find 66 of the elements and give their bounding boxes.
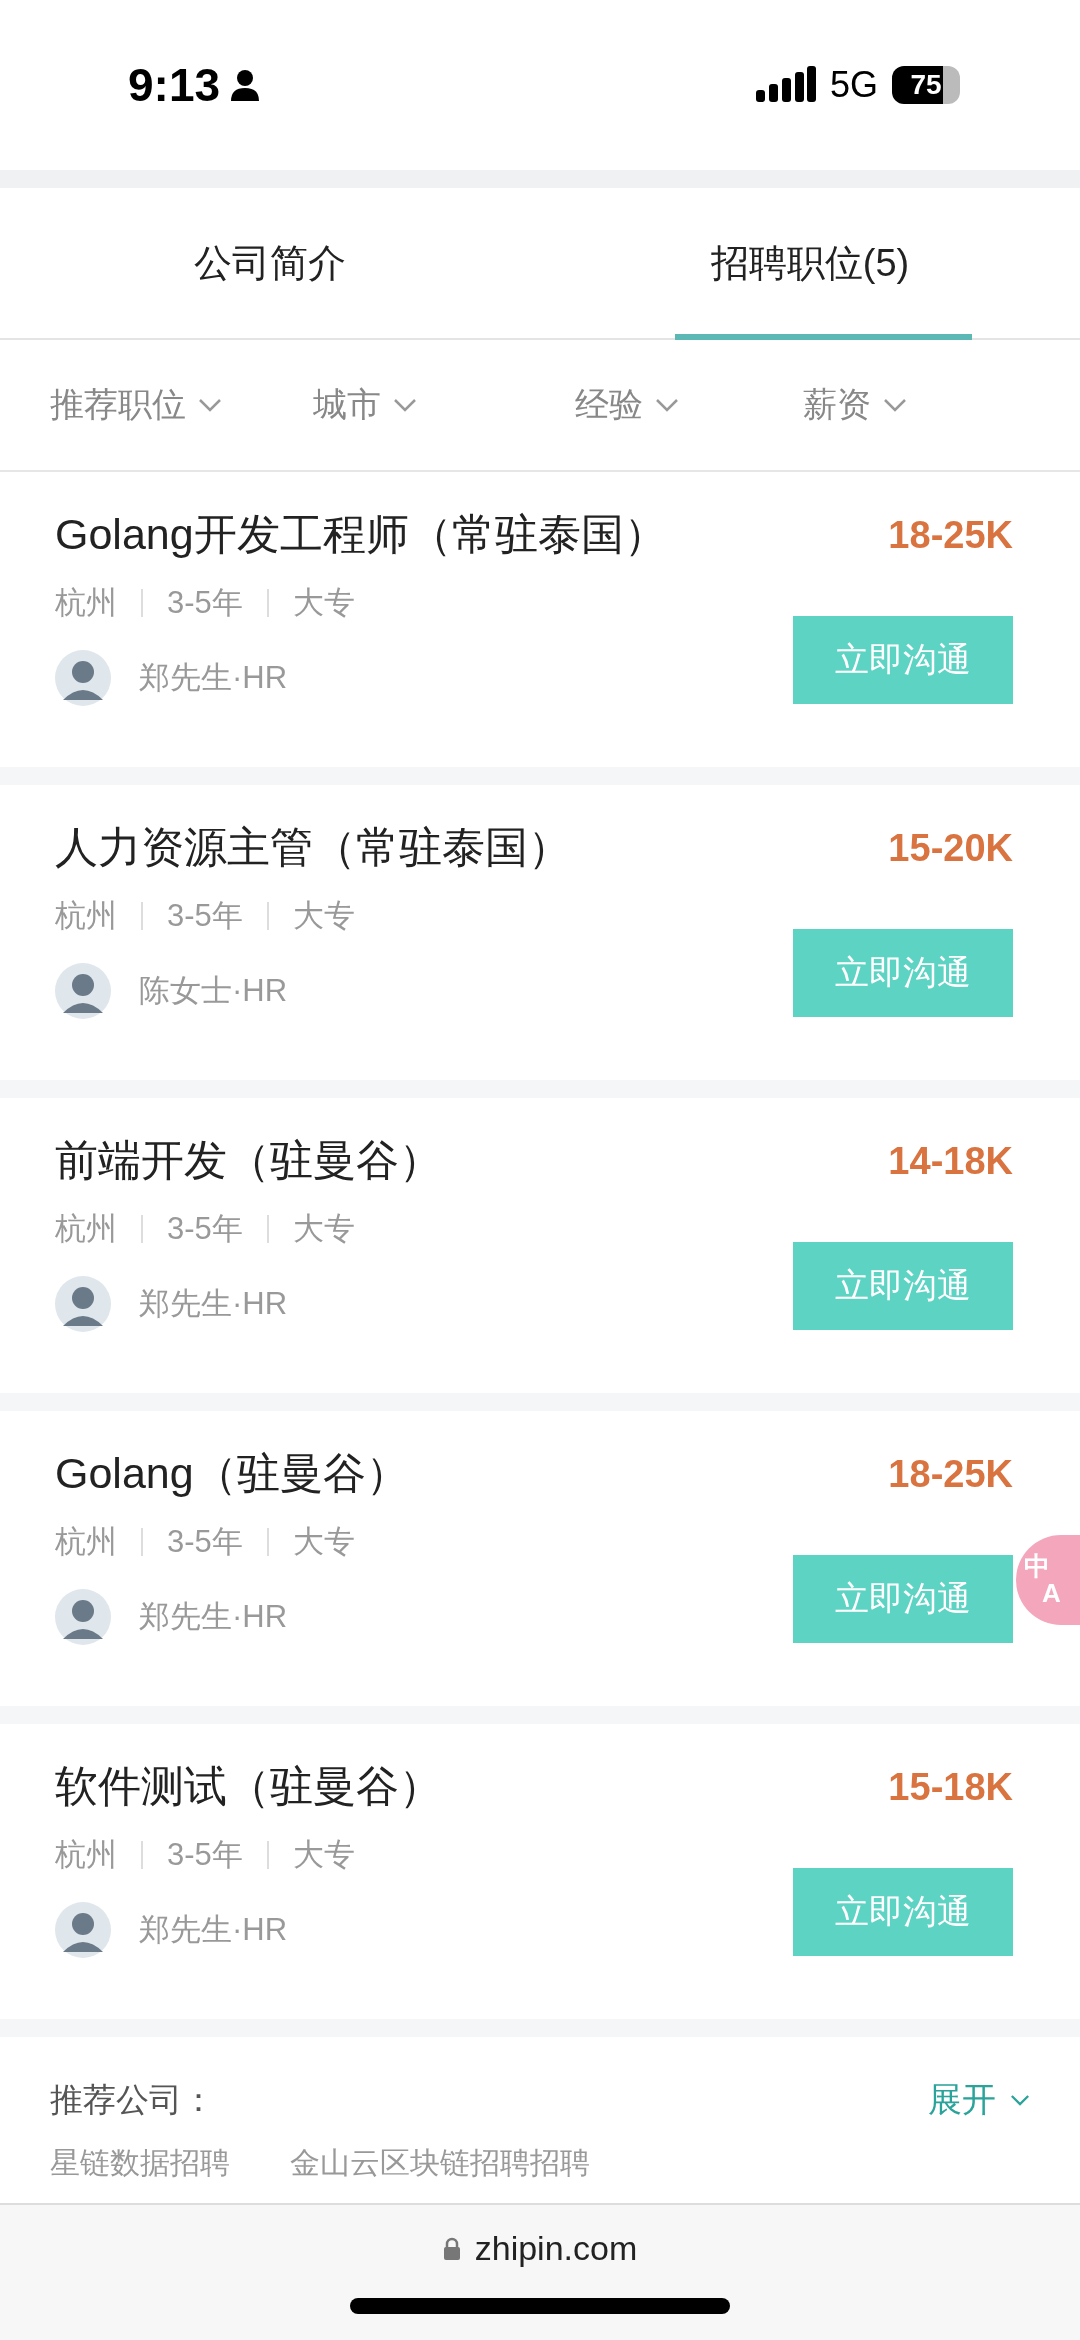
- salary: 18-25K: [888, 513, 1013, 557]
- avatar: [55, 650, 111, 706]
- tab[interactable]: 公司简介: [0, 188, 540, 338]
- recruiter-name: 郑先生·HR: [139, 1911, 288, 1949]
- job-title: 前端开发（驻曼谷）: [55, 1135, 442, 1186]
- avatar: [55, 1276, 111, 1332]
- filter-dropdown[interactable]: 经验: [540, 382, 803, 428]
- salary: 14-18K: [888, 1139, 1013, 1183]
- network-label: 5G: [829, 64, 878, 106]
- section-label: 推荐公司：: [50, 2079, 215, 2120]
- city: 杭州: [55, 584, 117, 622]
- job-card[interactable]: 人力资源主管（常驻泰国） 15-20K 杭州 3-5年 大专 陈女士·HR 立即沟通: [0, 785, 1080, 1080]
- clock: 9:13: [128, 58, 221, 112]
- education: 大专: [292, 1210, 355, 1248]
- chevron-down-icon: [655, 398, 679, 412]
- battery-icon: 75: [892, 66, 960, 104]
- filter-dropdown[interactable]: 推荐职位: [50, 382, 278, 428]
- education: 大专: [292, 897, 355, 935]
- city: 杭州: [55, 1836, 117, 1874]
- filter-dropdown[interactable]: 薪资: [802, 382, 1030, 428]
- job-title: Golang（驻曼谷）: [55, 1448, 409, 1499]
- signal-icon: [755, 66, 816, 104]
- recruiter-name: 郑先生·HR: [139, 1285, 288, 1323]
- job-title: 人力资源主管（常驻泰国）: [55, 822, 571, 873]
- chat-button[interactable]: 立即沟通: [793, 1868, 1013, 1956]
- job-title: Golang开发工程师（常驻泰国）: [55, 509, 667, 560]
- education: 大专: [292, 1836, 355, 1874]
- expand-link[interactable]: 展开: [928, 2077, 1030, 2123]
- recruiter-name: 陈女士·HR: [139, 972, 288, 1010]
- salary: 18-25K: [888, 1452, 1013, 1496]
- experience: 3-5年: [167, 1210, 243, 1248]
- recruiter-name: 郑先生·HR: [139, 1598, 288, 1636]
- experience: 3-5年: [167, 1523, 243, 1561]
- experience: 3-5年: [167, 1836, 243, 1874]
- chat-button[interactable]: 立即沟通: [793, 1242, 1013, 1330]
- chevron-down-icon: [882, 398, 907, 412]
- experience: 3-5年: [167, 897, 243, 935]
- recruiter-name: 郑先生·HR: [139, 659, 288, 697]
- chevron-down-icon: [198, 398, 222, 412]
- salary: 15-18K: [888, 1765, 1013, 1809]
- city: 杭州: [55, 897, 117, 935]
- lock-icon: [442, 2236, 461, 2261]
- chat-button[interactable]: 立即沟通: [793, 1555, 1013, 1643]
- job-card[interactable]: 软件测试（驻曼谷） 15-18K 杭州 3-5年 大专 郑先生·HR 立即沟通: [0, 1724, 1080, 2019]
- job-card[interactable]: Golang开发工程师（常驻泰国） 18-25K 杭州 3-5年 大专 郑先生·HR 立即沟通: [0, 472, 1080, 767]
- city: 杭州: [55, 1210, 117, 1248]
- education: 大专: [292, 584, 355, 622]
- tab[interactable]: 招聘职位(5): [540, 188, 1080, 338]
- chevron-down-icon: [1010, 2093, 1030, 2107]
- chat-button[interactable]: 立即沟通: [793, 929, 1013, 1017]
- job-title: 软件测试（驻曼谷）: [55, 1761, 442, 1812]
- url-text: zhipin.com: [474, 2229, 638, 2268]
- job-card[interactable]: 前端开发（驻曼谷） 14-18K 杭州 3-5年 大专 郑先生·HR 立即沟通: [0, 1098, 1080, 1393]
- avatar: [55, 1589, 111, 1645]
- city: 杭州: [55, 1523, 117, 1561]
- chevron-down-icon: [392, 398, 417, 412]
- experience: 3-5年: [167, 584, 243, 622]
- filter-dropdown[interactable]: 城市: [277, 382, 540, 428]
- chat-button[interactable]: 立即沟通: [793, 616, 1013, 704]
- avatar: [55, 963, 111, 1019]
- avatar: [55, 1902, 111, 1958]
- salary: 15-20K: [888, 826, 1013, 870]
- education: 大专: [292, 1523, 355, 1561]
- company-link[interactable]: 星链数据招聘: [50, 2143, 230, 2184]
- company-link[interactable]: 金山云区块链招聘招聘: [290, 2143, 590, 2184]
- person-icon: [230, 69, 261, 101]
